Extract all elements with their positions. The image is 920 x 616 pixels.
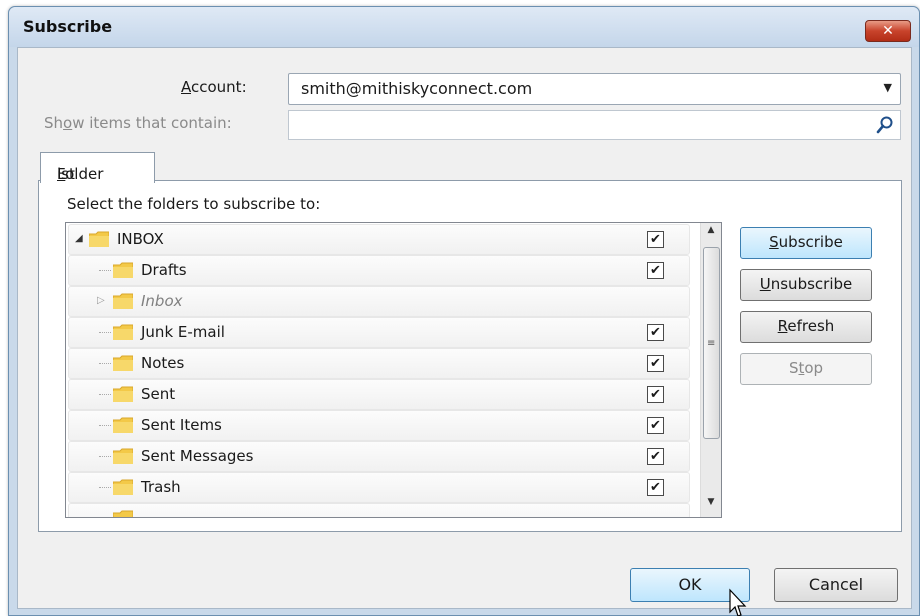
close-icon: ✕ bbox=[882, 23, 894, 39]
account-label: Account: bbox=[181, 78, 247, 96]
scroll-up-arrow-icon[interactable]: ▲ bbox=[701, 225, 721, 243]
folder-icon bbox=[89, 231, 109, 247]
tree-connector bbox=[99, 425, 111, 426]
tree-row-drafts[interactable]: Drafts ✔ bbox=[68, 255, 690, 286]
scroll-down-arrow-icon[interactable]: ▼ bbox=[701, 497, 721, 515]
tree-connector bbox=[99, 270, 111, 271]
tree-row-partial[interactable] bbox=[68, 503, 690, 517]
folder-tree[interactable]: ◢ INBOX ✔ Drafts ✔ ▷ Inbox Junk E-mail ✔… bbox=[65, 222, 722, 518]
folder-icon bbox=[113, 324, 133, 340]
tree-row-inbox[interactable]: ▷ Inbox bbox=[68, 286, 690, 317]
subscribe-checkbox[interactable]: ✔ bbox=[647, 479, 664, 496]
subscribe-checkbox[interactable]: ✔ bbox=[647, 386, 664, 403]
mouse-pointer-icon bbox=[729, 588, 747, 616]
tree-row-sent[interactable]: Sent ✔ bbox=[68, 379, 690, 410]
subscribe-button[interactable]: Subscribe bbox=[740, 227, 872, 259]
folder-icon bbox=[113, 262, 133, 278]
tree-row-notes[interactable]: Notes ✔ bbox=[68, 348, 690, 379]
title-bar: Subscribe ✕ bbox=[9, 7, 919, 47]
scroll-thumb[interactable]: ≡ bbox=[703, 247, 720, 439]
tree-row-inbox-root[interactable]: ◢ INBOX ✔ bbox=[68, 224, 690, 255]
tree-connector bbox=[99, 394, 111, 395]
subscribe-dialog: Subscribe ✕ Account: smith@mithiskyconne… bbox=[8, 6, 920, 616]
subscribe-checkbox[interactable]: ✔ bbox=[647, 417, 664, 434]
search-icon[interactable] bbox=[874, 114, 896, 136]
folder-list-panel: Select the folders to subscribe to: ◢ IN… bbox=[38, 180, 902, 532]
tree-connector bbox=[99, 487, 111, 488]
account-dropdown[interactable]: smith@mithiskyconnect.com ▼ bbox=[288, 73, 901, 105]
tab-folder-list[interactable]: Folder List bbox=[40, 152, 155, 183]
account-value: smith@mithiskyconnect.com bbox=[301, 79, 533, 98]
cancel-button[interactable]: Cancel bbox=[774, 568, 898, 602]
folder-icon bbox=[113, 386, 133, 402]
folder-icon bbox=[113, 479, 133, 495]
collapsed-arrow-icon[interactable]: ▷ bbox=[97, 295, 105, 306]
close-button[interactable]: ✕ bbox=[865, 20, 911, 42]
tree-row-trash[interactable]: Trash ✔ bbox=[68, 472, 690, 503]
subscribe-checkbox[interactable]: ✔ bbox=[647, 448, 664, 465]
folder-name: Sent Items bbox=[141, 416, 222, 434]
subscribe-checkbox[interactable]: ✔ bbox=[647, 355, 664, 372]
folder-name: Trash bbox=[141, 478, 181, 496]
stop-button[interactable]: Stop bbox=[740, 353, 872, 385]
subscribe-checkbox[interactable]: ✔ bbox=[647, 324, 664, 341]
folder-icon bbox=[113, 510, 133, 517]
folder-name: Notes bbox=[141, 354, 185, 372]
folder-icon bbox=[113, 355, 133, 371]
tree-row-sent-messages[interactable]: Sent Messages ✔ bbox=[68, 441, 690, 472]
show-items-label: Show items that contain: bbox=[44, 114, 232, 132]
folder-icon bbox=[113, 448, 133, 464]
tree-row-sent-items[interactable]: Sent Items ✔ bbox=[68, 410, 690, 441]
folder-name: Sent bbox=[141, 385, 176, 403]
chevron-down-icon: ▼ bbox=[883, 81, 892, 94]
tree-connector bbox=[99, 456, 111, 457]
tree-heading: Select the folders to subscribe to: bbox=[67, 195, 321, 213]
refresh-button[interactable]: Refresh bbox=[740, 311, 872, 343]
subscribe-checkbox[interactable]: ✔ bbox=[647, 231, 664, 248]
show-items-search-input[interactable] bbox=[288, 110, 901, 140]
dialog-body: Account: smith@mithiskyconnect.com ▼ Sho… bbox=[17, 47, 912, 616]
folder-icon bbox=[113, 417, 133, 433]
tree-connector bbox=[99, 363, 111, 364]
subscribe-checkbox[interactable]: ✔ bbox=[647, 262, 664, 279]
folder-name: INBOX bbox=[117, 230, 164, 248]
folder-name: Inbox bbox=[141, 292, 183, 310]
folder-name: Sent Messages bbox=[141, 447, 254, 465]
grip-icon: ≡ bbox=[707, 338, 716, 349]
unsubscribe-button[interactable]: Unsubscribe bbox=[740, 269, 872, 301]
dialog-title: Subscribe bbox=[23, 17, 113, 36]
tree-connector bbox=[99, 332, 111, 333]
expanded-arrow-icon[interactable]: ◢ bbox=[75, 233, 83, 244]
folder-name: Junk E-mail bbox=[141, 323, 225, 341]
tree-row-junk-email[interactable]: Junk E-mail ✔ bbox=[68, 317, 690, 348]
folder-name: Drafts bbox=[141, 261, 187, 279]
folder-icon bbox=[113, 293, 133, 309]
vertical-scrollbar[interactable]: ▲ ≡ ▼ bbox=[700, 223, 721, 517]
